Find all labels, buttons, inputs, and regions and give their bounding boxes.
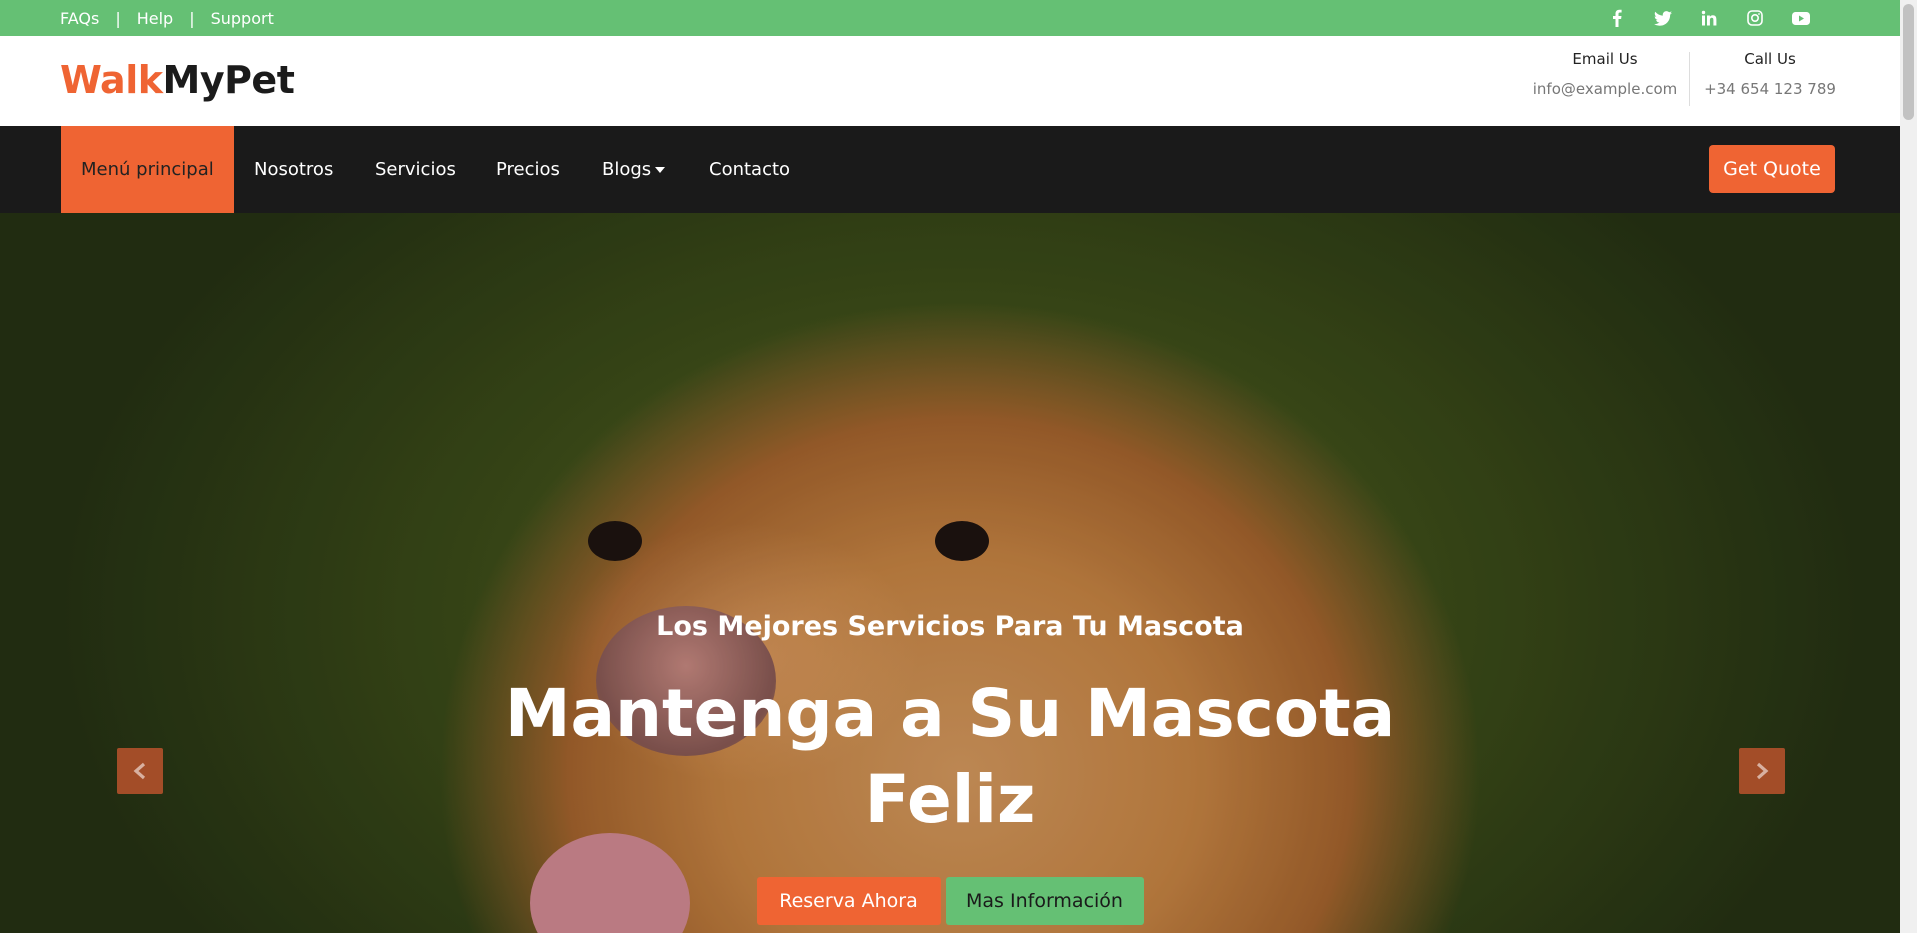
top-bar: FAQs | Help | Support [0,0,1900,36]
page-scrollbar[interactable] [1900,0,1917,933]
twitter-icon[interactable] [1652,7,1674,29]
hero-buttons: Reserva Ahora Mas Información [0,877,1900,925]
hero-subtitle: Los Mejores Servicios Para Tu Mascota [656,611,1244,642]
carousel-prev-button[interactable] [117,748,163,794]
nav-item-blogs-label: Blogs [602,159,652,180]
email-contact: Email Us info@example.com [1530,50,1680,98]
reserva-ahora-button[interactable]: Reserva Ahora [756,877,941,925]
phone-contact: Call Us +34 654 123 789 [1700,50,1840,98]
separator: | [189,8,195,28]
hero-title-line2: Feliz [864,761,1036,838]
nav-item-servicios[interactable]: Servicios [375,126,456,213]
chevron-right-icon [1756,762,1769,780]
logo-mypet: MyPet [162,58,295,102]
support-link[interactable]: Support [211,9,274,28]
carousel-next-button[interactable] [1739,748,1785,794]
scrollbar-thumb[interactable] [1903,4,1914,120]
hero-carousel: Los Mejores Servicios Para Tu Mascota Ma… [0,213,1900,933]
chevron-left-icon [133,762,146,780]
hero-title: Mantenga a Su Mascota Feliz [0,671,1900,843]
main-nav: Menú principal Nosotros Servicios Precio… [0,126,1900,213]
facebook-icon[interactable] [1606,7,1628,29]
instagram-icon[interactable] [1744,7,1766,29]
hero-title-line1: Mantenga a Su Mascota [504,675,1396,752]
email-value[interactable]: info@example.com [1530,80,1680,98]
help-link[interactable]: Help [137,9,173,28]
nav-item-menu-principal[interactable]: Menú principal [61,126,234,213]
logo-walk: Walk [60,58,163,102]
separator: | [115,8,121,28]
nav-item-blogs[interactable]: Blogs [602,126,666,213]
get-quote-button[interactable]: Get Quote [1709,145,1835,193]
mas-informacion-button[interactable]: Mas Información [945,877,1144,925]
linkedin-icon[interactable] [1698,7,1720,29]
nav-item-nosotros[interactable]: Nosotros [254,126,333,213]
faqs-link[interactable]: FAQs [60,9,99,28]
phone-title: Call Us [1744,50,1796,68]
social-links [1606,0,1812,36]
divider [1689,52,1690,106]
nav-item-precios[interactable]: Precios [496,126,560,213]
nav-item-contacto[interactable]: Contacto [709,126,790,213]
caret-down-icon [655,166,666,173]
email-title: Email Us [1572,50,1638,68]
top-links: FAQs | Help | Support [60,0,274,36]
site-logo[interactable]: WalkMyPet [60,58,295,102]
youtube-icon[interactable] [1790,7,1812,29]
site-header: WalkMyPet Email Us info@example.com Call… [0,36,1900,126]
phone-value[interactable]: +34 654 123 789 [1700,80,1840,98]
